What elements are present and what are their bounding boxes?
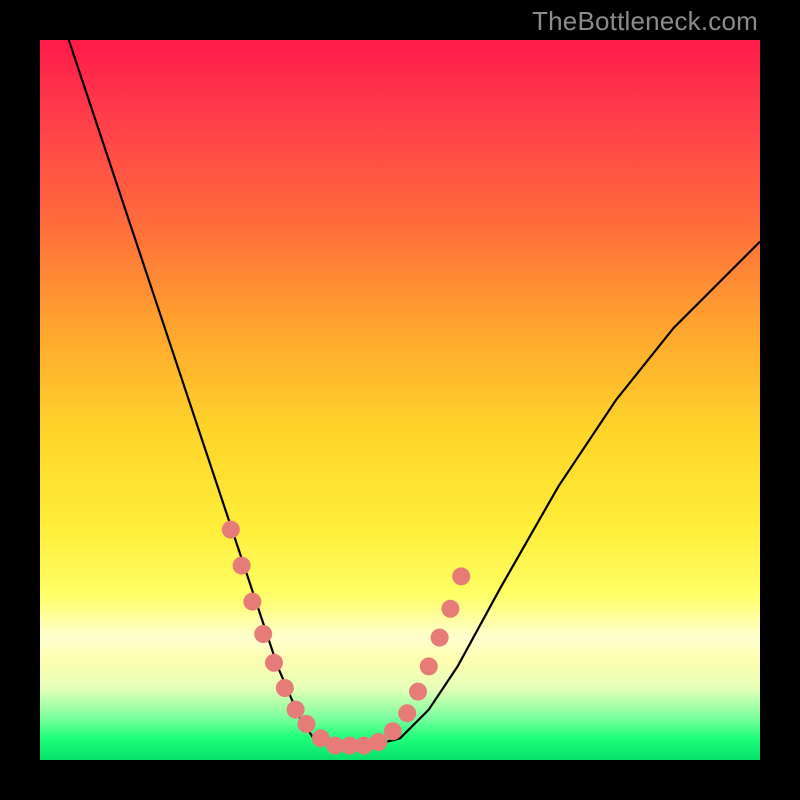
marker-dot: [222, 521, 240, 539]
marker-dot: [452, 567, 470, 585]
marker-dot: [254, 625, 272, 643]
watermark-text: TheBottleneck.com: [532, 6, 758, 37]
marker-dot: [398, 704, 416, 722]
bottleneck-curve: [69, 40, 760, 746]
marker-dot: [369, 733, 387, 751]
marker-dot: [276, 679, 294, 697]
marker-dot: [431, 629, 449, 647]
marker-dot: [265, 654, 283, 672]
marker-dot: [297, 715, 315, 733]
marker-dot: [420, 657, 438, 675]
marker-dot: [409, 683, 427, 701]
curve-svg: [40, 40, 760, 760]
marker-dot: [441, 600, 459, 618]
marker-dot: [287, 701, 305, 719]
marker-dot: [243, 593, 261, 611]
marker-dots-group: [222, 521, 470, 755]
chart-container: TheBottleneck.com: [0, 0, 800, 800]
marker-dot: [384, 722, 402, 740]
marker-dot: [233, 557, 251, 575]
plot-area: [40, 40, 760, 760]
